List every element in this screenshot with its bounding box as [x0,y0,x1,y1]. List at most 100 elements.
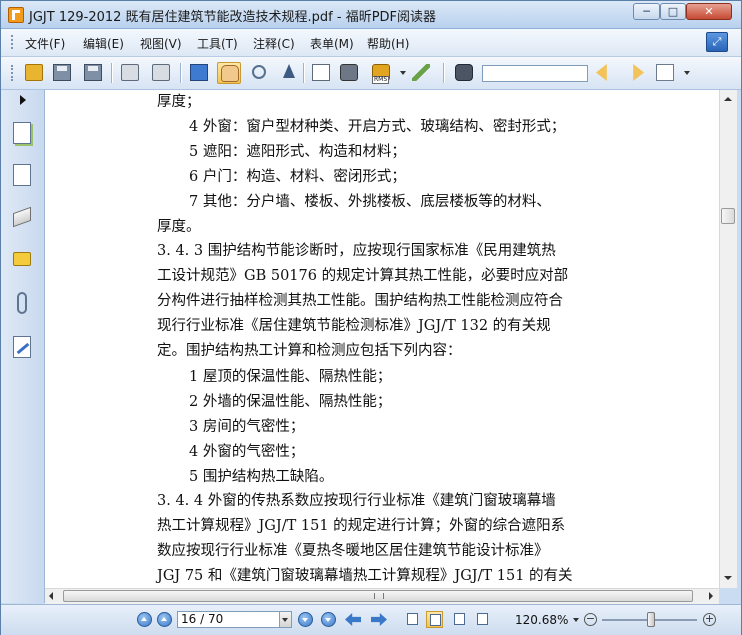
doc-line: 5 围护结构热工缺陷。 [189,469,334,485]
sign-button[interactable] [409,62,433,84]
select-arrow-icon [283,64,295,78]
toolbar-separator [180,63,181,83]
document-view[interactable]: 厚度； 4 外窗：窗户型材种类、开启方式、玻璃结构、密封形式； 5 遮阳：遮阳形… [45,90,719,588]
doc-line: 4 外窗：窗户型材种类、开启方式、玻璃结构、密封形式； [189,119,566,135]
layers-icon [13,206,31,228]
restore-layout-icon[interactable]: ⤢ [706,32,728,52]
select-tool-button[interactable] [277,62,301,84]
print-button[interactable] [118,62,142,84]
save-as-button[interactable] [81,62,105,84]
menu-form[interactable]: 表单(M) [310,35,354,52]
minimize-button[interactable]: ─ [633,3,660,20]
doc-line: 热工计算规程》JGJ/T 151 的规定进行计算；外窗的综合遮阳系 [157,518,566,534]
rms-button[interactable]: RMS [369,62,393,84]
previous-result-icon [596,64,607,81]
first-page-button[interactable] [137,612,152,627]
next-page-button[interactable] [298,612,313,627]
continuous-facing-icon [477,613,488,625]
scroll-right-icon[interactable] [709,592,713,600]
horizontal-scroll-thumb[interactable] [63,590,693,602]
doc-line: 数应按现行行业标准《夏热冬暖地区居住建筑节能设计标准》 [157,543,549,559]
close-button[interactable]: ✕ [686,3,732,20]
continuous-page-icon [430,614,441,626]
zoom-in-button[interactable]: + [703,613,716,626]
main-toolbar: RMS [1,57,741,90]
find-button[interactable] [452,62,476,84]
toolbar-separator [443,63,444,83]
fullscreen-button[interactable] [187,62,211,84]
previous-page-button[interactable] [157,612,172,627]
save-button[interactable] [50,62,74,84]
navigation-panel [1,90,45,603]
continuous-view-button[interactable] [426,611,443,628]
window-title: JGJT 129-2012 既有居住建筑节能改造技术规程.pdf - 福昕PDF… [29,10,437,25]
go-back-button[interactable] [345,613,361,626]
document-icon [13,164,31,186]
signatures-panel-button[interactable] [10,334,34,360]
vertical-scrollbar[interactable] [719,90,737,588]
hand-tool-button[interactable] [217,62,241,84]
scroll-grip-icon [374,593,384,599]
menu-file[interactable]: 文件(F) [25,35,65,52]
fullscreen-icon [190,64,208,81]
snapshot-button[interactable] [337,62,361,84]
save-icon [53,64,71,81]
comments-panel-button[interactable] [10,247,34,273]
continuous-facing-view-button[interactable] [474,611,491,628]
zoom-slider-thumb[interactable] [647,612,655,627]
scroll-left-icon[interactable] [49,592,53,600]
scroll-down-icon[interactable] [724,576,732,580]
vertical-scroll-thumb[interactable] [721,208,735,224]
zoom-level[interactable]: 120.68% [515,613,568,627]
app-window: JGJT 129-2012 既有居住建筑节能改造技术规程.pdf - 福昕PDF… [0,0,742,635]
rms-dropdown-arrow[interactable] [400,71,406,75]
snapshot-icon [340,64,358,81]
page-number-input[interactable]: 16 / 70 [177,611,292,628]
open-button[interactable] [22,62,46,84]
expand-panel-icon[interactable] [20,95,26,105]
menu-grip-handle[interactable] [11,35,15,49]
menu-edit[interactable]: 编辑(E) [83,35,124,52]
print-icon [121,64,139,81]
rms-label: RMS [372,76,390,84]
bookmark-dropdown-arrow[interactable] [684,71,690,75]
toolbar-grip-handle[interactable] [11,65,15,81]
maximize-button[interactable]: □ [660,3,686,20]
bookmarks-panel-button[interactable] [10,162,34,188]
layers-panel-button[interactable] [10,204,34,230]
facing-view-button[interactable] [451,611,468,628]
toolbar-separator [111,63,112,83]
menu-comment[interactable]: 注释(C) [253,35,295,52]
last-page-button[interactable] [321,612,336,627]
zoom-out-button[interactable]: − [584,613,597,626]
bookmark-button[interactable] [653,62,677,84]
sign-icon [412,64,430,81]
zoom-tool-button[interactable] [247,62,271,84]
status-bar: 16 / 70 120.68% − + [1,604,741,635]
title-bar[interactable]: JGJT 129-2012 既有居住建筑节能改造技术规程.pdf - 福昕PDF… [1,1,741,29]
attachments-panel-button[interactable] [10,290,34,316]
find-next-button[interactable] [623,62,647,84]
scroll-up-icon[interactable] [724,97,732,101]
menu-help[interactable]: 帮助(H) [367,35,409,52]
menu-bar: 文件(F) 编辑(E) 视图(V) 工具(T) 注释(C) 表单(M) 帮助(H… [1,29,741,57]
find-previous-button[interactable] [593,62,617,84]
menu-view[interactable]: 视图(V) [140,35,182,52]
go-forward-button[interactable] [371,613,387,626]
page-dropdown-arrow[interactable] [279,612,291,627]
zoom-dropdown-arrow[interactable] [573,618,579,622]
open-folder-icon [25,64,43,81]
search-input[interactable] [482,65,588,82]
menu-tools[interactable]: 工具(T) [197,35,238,52]
pages-panel-button[interactable] [10,120,34,146]
doc-line: 2 外墙的保温性能、隔热性能； [189,394,392,410]
comment-icon [13,252,31,266]
horizontal-scrollbar[interactable] [45,588,719,604]
text-select-button[interactable] [309,62,333,84]
foxit-app-icon[interactable] [8,7,24,23]
doc-line: 3. 4. 4 外窗的传热系数应按现行行业标准《建筑门窗玻璃幕墙 [157,493,556,509]
scan-button[interactable] [149,62,173,84]
single-page-icon [407,613,418,625]
single-page-view-button[interactable] [404,611,421,628]
scan-icon [152,64,170,81]
